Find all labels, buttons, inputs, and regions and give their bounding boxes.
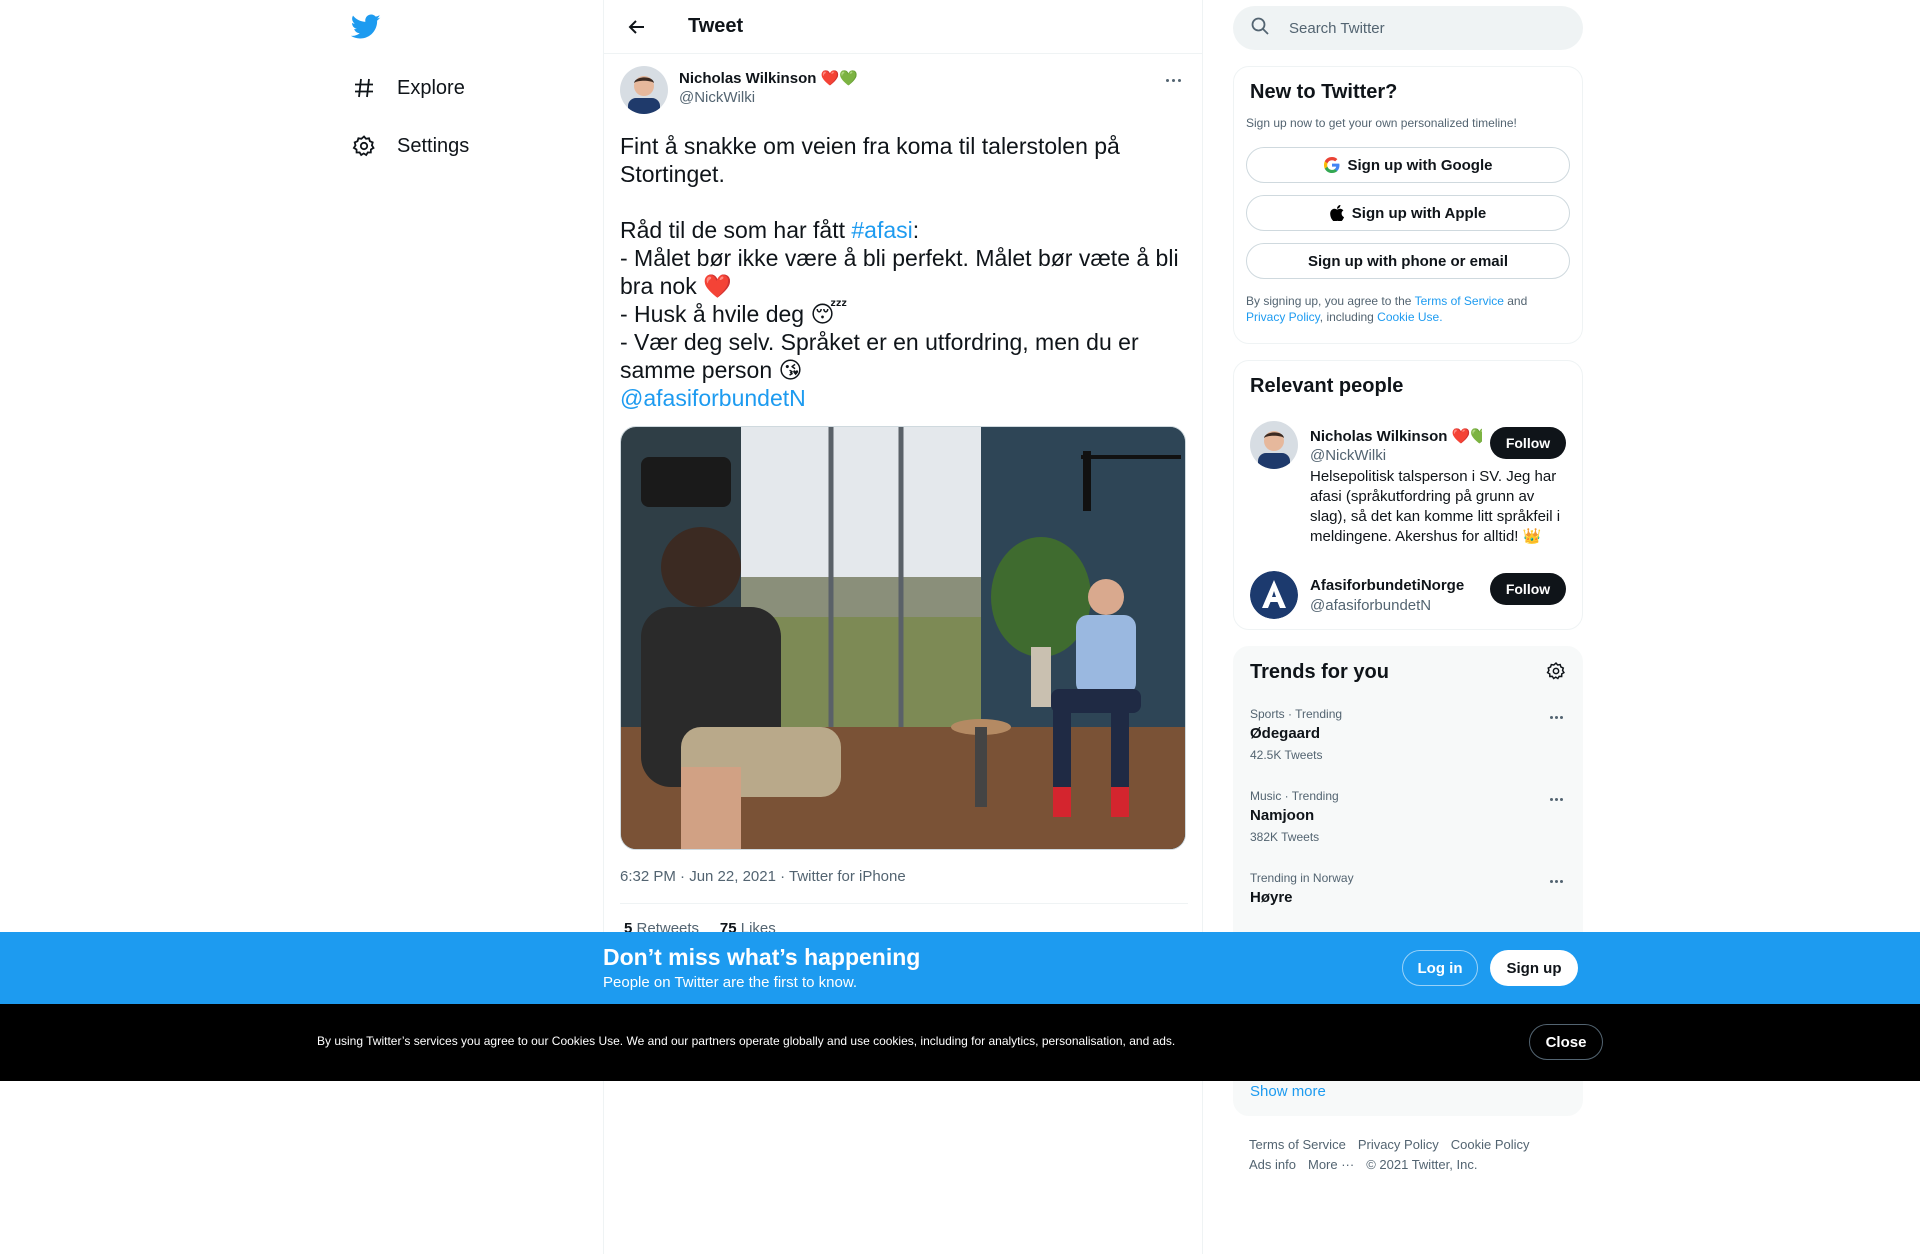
copyright: © 2021 Twitter, Inc. — [1366, 1157, 1478, 1172]
more-options-icon[interactable] — [1158, 70, 1188, 90]
more-options-icon[interactable] — [1544, 789, 1568, 809]
person-handle[interactable]: @NickWilki — [1310, 447, 1386, 464]
tweet-line: - Vær deg selv. Språket er en utfordring… — [620, 329, 1139, 383]
sign-up-apple-button[interactable]: Sign up with Apple — [1246, 195, 1570, 231]
privacy-link[interactable]: Privacy Policy — [1246, 310, 1320, 324]
follow-button[interactable]: Follow — [1490, 573, 1566, 605]
banner-subtitle: People on Twitter are the first to know. — [603, 974, 858, 991]
avatar[interactable] — [1250, 571, 1298, 619]
author-name[interactable]: Nicholas Wilkinson ❤️💚 — [679, 69, 858, 87]
tweet-line — [620, 188, 1188, 216]
panel-title: Relevant people — [1250, 375, 1404, 397]
footer-link[interactable]: Terms of Service — [1249, 1137, 1346, 1152]
panel-subtitle: Sign up now to get your own personalized… — [1246, 116, 1517, 130]
trend-item[interactable]: Music · Trending Namjoon 382K Tweets — [1250, 789, 1568, 844]
person-handle[interactable]: @afasiforbundetN — [1310, 597, 1431, 614]
more-options-icon[interactable] — [1544, 871, 1568, 891]
sign-up-phone-button[interactable]: Sign up with phone or email — [1246, 243, 1570, 279]
tweet: Nicholas Wilkinson ❤️💚 @NickWilki Fint å… — [620, 66, 1188, 937]
sign-up-phone-label: Sign up with phone or email — [1307, 252, 1508, 270]
nav-explore[interactable]: Explore — [351, 66, 465, 110]
show-more-link[interactable]: Show more — [1250, 1083, 1326, 1100]
search-bar[interactable] — [1233, 6, 1583, 50]
footer-link[interactable]: More ··· — [1308, 1157, 1354, 1172]
avatar[interactable] — [1250, 421, 1298, 469]
trend-count: 382K Tweets — [1250, 830, 1320, 844]
hashtag-icon — [351, 75, 377, 101]
panel-title: Trends for you — [1250, 661, 1389, 683]
tweet-author: Nicholas Wilkinson ❤️💚 @NickWilki — [620, 66, 1188, 116]
follow-button[interactable]: Follow — [1490, 427, 1566, 459]
gear-icon[interactable] — [1546, 661, 1566, 686]
tweet-header: Tweet — [604, 0, 1202, 54]
trend-context: Sports · Trending — [1250, 707, 1343, 721]
tweet-photo[interactable] — [620, 426, 1186, 850]
hashtag-link[interactable]: #afasi — [851, 217, 912, 243]
mention-link[interactable]: @afasiforbundetN — [620, 384, 1188, 412]
log-in-button[interactable]: Log in — [1402, 950, 1478, 986]
banner-title: Don’t miss what’s happening — [603, 944, 921, 970]
more-options-icon[interactable] — [1544, 707, 1568, 727]
sign-up-apple-label: Sign up with Apple — [1351, 204, 1487, 222]
back-arrow-icon[interactable] — [620, 10, 654, 44]
search-input[interactable] — [1289, 19, 1549, 37]
twitter-logo-icon[interactable] — [350, 14, 385, 48]
search-icon — [1251, 17, 1269, 40]
avatar[interactable] — [620, 66, 668, 114]
person-card[interactable]: Nicholas Wilkinson ❤️💚 @NickWilki Helsep… — [1250, 421, 1582, 545]
tweet-line: - Husk å hvile deg 😴 — [620, 301, 848, 327]
footer-link[interactable]: Cookie Policy — [1451, 1137, 1530, 1152]
tweet-text: Fint å snakke om veien fra koma til tale… — [620, 132, 1188, 412]
tweet-line: Råd til de som har fått #afasi: — [620, 217, 920, 243]
cookie-banner: By using Twitter’s services you agree to… — [0, 1004, 1920, 1081]
tweet-line: - Målet bør ikke være å bli perfekt. Mål… — [620, 245, 1179, 299]
trend-item[interactable]: Trending in Norway Høyre — [1250, 871, 1568, 906]
sign-up-google-label: Sign up with Google — [1347, 156, 1493, 174]
cookie-link[interactable]: Cookie Use. — [1377, 310, 1442, 324]
sign-up-google-button[interactable]: Sign up with Google — [1246, 147, 1570, 183]
trend-name: Ødegaard — [1250, 725, 1321, 742]
terms-link[interactable]: Terms of Service — [1415, 294, 1504, 308]
person-name[interactable]: AfasiforbundetiNorge — [1310, 577, 1464, 594]
panel-title: New to Twitter? — [1250, 81, 1398, 103]
nav-settings[interactable]: Settings — [351, 124, 469, 168]
google-icon — [1323, 157, 1340, 173]
close-button[interactable]: Close — [1529, 1024, 1603, 1060]
trend-name: Høyre — [1250, 889, 1293, 906]
cookie-text: By using Twitter’s services you agree to… — [317, 1034, 1176, 1048]
new-to-twitter-panel: New to Twitter? Sign up now to get your … — [1233, 66, 1583, 344]
trend-name: Namjoon — [1250, 807, 1315, 824]
person-card[interactable]: AfasiforbundetiNorge @afasiforbundetN Fo… — [1250, 571, 1582, 621]
trend-context: Trending in Norway — [1250, 871, 1354, 885]
sign-up-button[interactable]: Sign up — [1490, 950, 1578, 986]
trend-count: 42.5K Tweets — [1250, 748, 1323, 762]
apple-icon — [1329, 205, 1344, 221]
gear-icon — [351, 133, 377, 159]
signup-banner: Don’t miss what’s happening People on Tw… — [0, 932, 1920, 1004]
nav-settings-label: Settings — [397, 134, 470, 157]
nav-explore-label: Explore — [397, 76, 465, 99]
author-handle[interactable]: @NickWilki — [679, 89, 858, 106]
trend-context: Music · Trending — [1250, 789, 1339, 803]
footer-link[interactable]: Ads info — [1249, 1157, 1296, 1172]
person-name[interactable]: Nicholas Wilkinson ❤️💚 — [1310, 427, 1482, 445]
relevant-people-panel: Relevant people Nicholas Wilkinson ❤️💚 @… — [1233, 360, 1583, 630]
footer-links: Terms of Service Privacy Policy Cookie Pol… — [1249, 1135, 1579, 1175]
footer-link[interactable]: Privacy Policy — [1358, 1137, 1439, 1152]
person-bio: Helsepolitisk talsperson i SV. Jeg har a… — [1310, 468, 1561, 545]
signup-legal-text: By signing up, you agree to the Terms of… — [1246, 294, 1528, 324]
tweet-timestamp[interactable]: 6:32 PM · Jun 22, 2021 · Twitter for iPh… — [620, 868, 1188, 904]
trend-item[interactable]: Sports · Trending Ødegaard 42.5K Tweets — [1250, 707, 1568, 762]
tweet-line: Fint å snakke om veien fra koma til tale… — [620, 133, 1120, 187]
page-title: Tweet — [688, 15, 744, 37]
